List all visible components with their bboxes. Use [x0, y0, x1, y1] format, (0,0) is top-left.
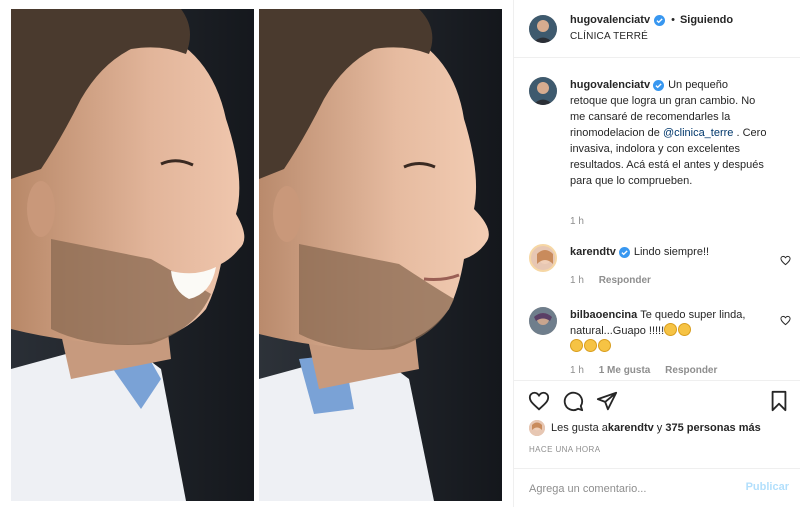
- comment-like-icon[interactable]: [780, 315, 791, 326]
- hugging-face-emoji: [664, 323, 678, 336]
- comment-meta: 1 h Responder: [570, 275, 663, 286]
- caption-meta: 1 h: [570, 216, 596, 227]
- comment-item: bilbaoencina Te quedo super linda, natura…: [529, 307, 791, 379]
- comment-text: karendtv Lindo siempre!!: [570, 244, 768, 260]
- paper-plane-icon[interactable]: [596, 390, 618, 412]
- verified-badge-icon: [654, 14, 666, 26]
- caption-author-avatar[interactable]: [529, 77, 557, 105]
- caption-username[interactable]: hugovalenciatv: [570, 79, 650, 91]
- post-header: hugovalenciatv • Siguiendo CLÍNICA TERRÉ: [514, 0, 800, 58]
- comment-body: Lindo siempre!!: [633, 246, 710, 258]
- action-bar: [514, 380, 800, 420]
- commenter-avatar[interactable]: [529, 307, 557, 335]
- comment-like-icon[interactable]: [780, 255, 791, 266]
- hugging-face-emoji: [598, 339, 611, 352]
- after-photo: [259, 9, 502, 501]
- author-avatar[interactable]: [529, 15, 557, 43]
- comment-input[interactable]: [529, 480, 729, 498]
- comment-time[interactable]: 1 h: [570, 365, 584, 376]
- following-button[interactable]: Siguiendo: [680, 14, 733, 26]
- post-media[interactable]: [0, 0, 512, 507]
- author-username[interactable]: hugovalenciatv: [570, 14, 650, 26]
- comment-username[interactable]: bilbaoencina: [570, 309, 637, 321]
- bookmark-icon[interactable]: [768, 390, 790, 412]
- likes-joiner: y: [653, 422, 666, 434]
- after-portrait-image: [259, 9, 502, 501]
- comment-username[interactable]: karendtv: [570, 246, 616, 258]
- caption-comment: hugovalenciatv Un pequeño retoque que log…: [529, 77, 791, 237]
- likes-summary[interactable]: Les gusta a karendtv y 375 personas más: [529, 419, 761, 437]
- likes-first-user[interactable]: karendtv: [608, 422, 654, 434]
- comment-likes-count[interactable]: 1 Me gusta: [599, 365, 651, 376]
- before-portrait-image: [11, 9, 254, 501]
- commenter-avatar[interactable]: [529, 244, 557, 272]
- heart-icon[interactable]: [528, 390, 550, 412]
- comment-meta: 1 h 1 Me gusta Responder: [570, 365, 729, 376]
- verified-badge-icon: [618, 246, 630, 258]
- publish-button[interactable]: Publicar: [746, 481, 789, 493]
- comment-bubble-icon[interactable]: [562, 390, 584, 412]
- post-timestamp[interactable]: HACE UNA HORA: [529, 445, 600, 454]
- hugging-face-emoji: [570, 339, 583, 352]
- caption-time[interactable]: 1 h: [570, 216, 584, 227]
- comment-item: karendtv Lindo siempre!! 1 h Responder: [529, 244, 791, 294]
- before-photo: [11, 9, 254, 501]
- comment-time[interactable]: 1 h: [570, 275, 584, 286]
- caption-text: hugovalenciatv Un pequeño retoque que log…: [570, 77, 768, 189]
- post-location[interactable]: CLÍNICA TERRÉ: [570, 31, 648, 42]
- likes-others-count[interactable]: 375 personas más: [665, 422, 760, 434]
- liker-avatar: [529, 420, 545, 436]
- comment-text: bilbaoencina Te quedo super linda, natura…: [570, 307, 768, 355]
- mention-link[interactable]: @clinica_terre: [663, 127, 733, 139]
- verified-badge-icon: [653, 79, 665, 91]
- reply-button[interactable]: Responder: [599, 275, 651, 286]
- comments-list[interactable]: hugovalenciatv Un pequeño retoque que log…: [514, 59, 800, 379]
- post-sidebar: hugovalenciatv • Siguiendo CLÍNICA TERRÉ…: [513, 0, 800, 507]
- hugging-face-emoji: [584, 339, 597, 352]
- header-title-row: hugovalenciatv • Siguiendo: [570, 14, 733, 26]
- reply-button[interactable]: Responder: [665, 365, 717, 376]
- likes-prefix: Les gusta a: [551, 422, 608, 434]
- hugging-face-emoji: [678, 323, 692, 336]
- add-comment-bar: Publicar: [514, 468, 800, 507]
- separator-dot: •: [671, 14, 675, 26]
